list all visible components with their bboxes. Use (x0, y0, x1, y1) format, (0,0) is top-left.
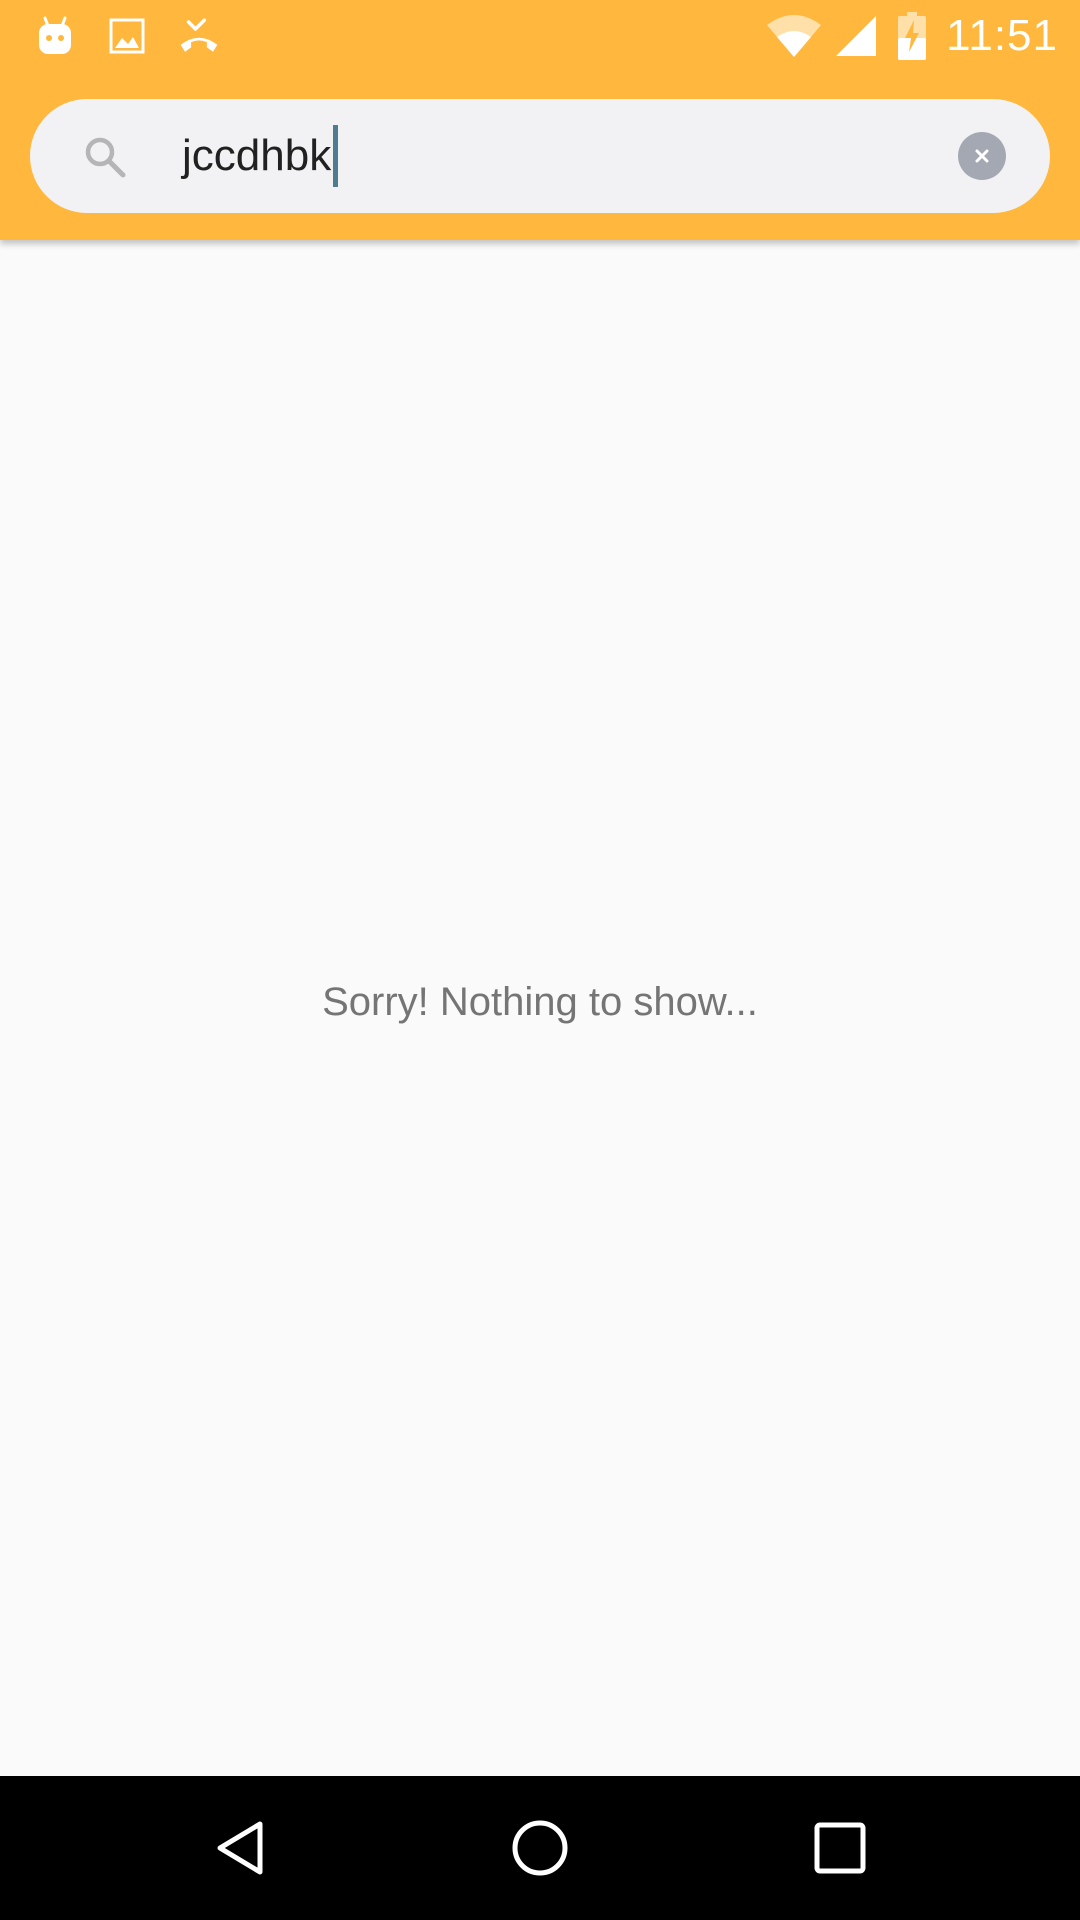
back-button[interactable] (190, 1798, 290, 1898)
navigation-bar (0, 1776, 1080, 1920)
recents-icon (814, 1822, 866, 1874)
clear-icon (975, 149, 989, 163)
screen: 11:51 jccdhbk Sorry! Nothing to show... (0, 0, 1080, 1920)
clock: 11:51 (946, 11, 1058, 60)
app-bar: 11:51 jccdhbk (0, 0, 1080, 240)
back-icon (217, 1821, 263, 1875)
search-bar[interactable]: jccdhbk (30, 99, 1050, 213)
status-bar: 11:51 (0, 0, 1080, 72)
notification-icons (34, 12, 220, 60)
search-input-wrap[interactable]: jccdhbk (182, 121, 339, 191)
missed-call-icon (178, 15, 220, 57)
empty-state-message: Sorry! Nothing to show... (322, 980, 758, 1024)
home-button[interactable] (490, 1798, 590, 1898)
battery-charging-icon (898, 12, 927, 60)
recents-button[interactable] (790, 1798, 890, 1898)
system-icons: 11:51 (766, 10, 1058, 62)
image-icon (106, 15, 148, 57)
home-icon (512, 1820, 568, 1876)
search-icon (82, 134, 128, 180)
text-cursor (333, 125, 339, 187)
android-debug-icon (34, 15, 76, 57)
cell-signal-icon (834, 14, 878, 58)
wifi-icon (766, 13, 822, 59)
clear-search-button[interactable] (958, 132, 1006, 180)
search-input[interactable]: jccdhbk (182, 131, 331, 181)
